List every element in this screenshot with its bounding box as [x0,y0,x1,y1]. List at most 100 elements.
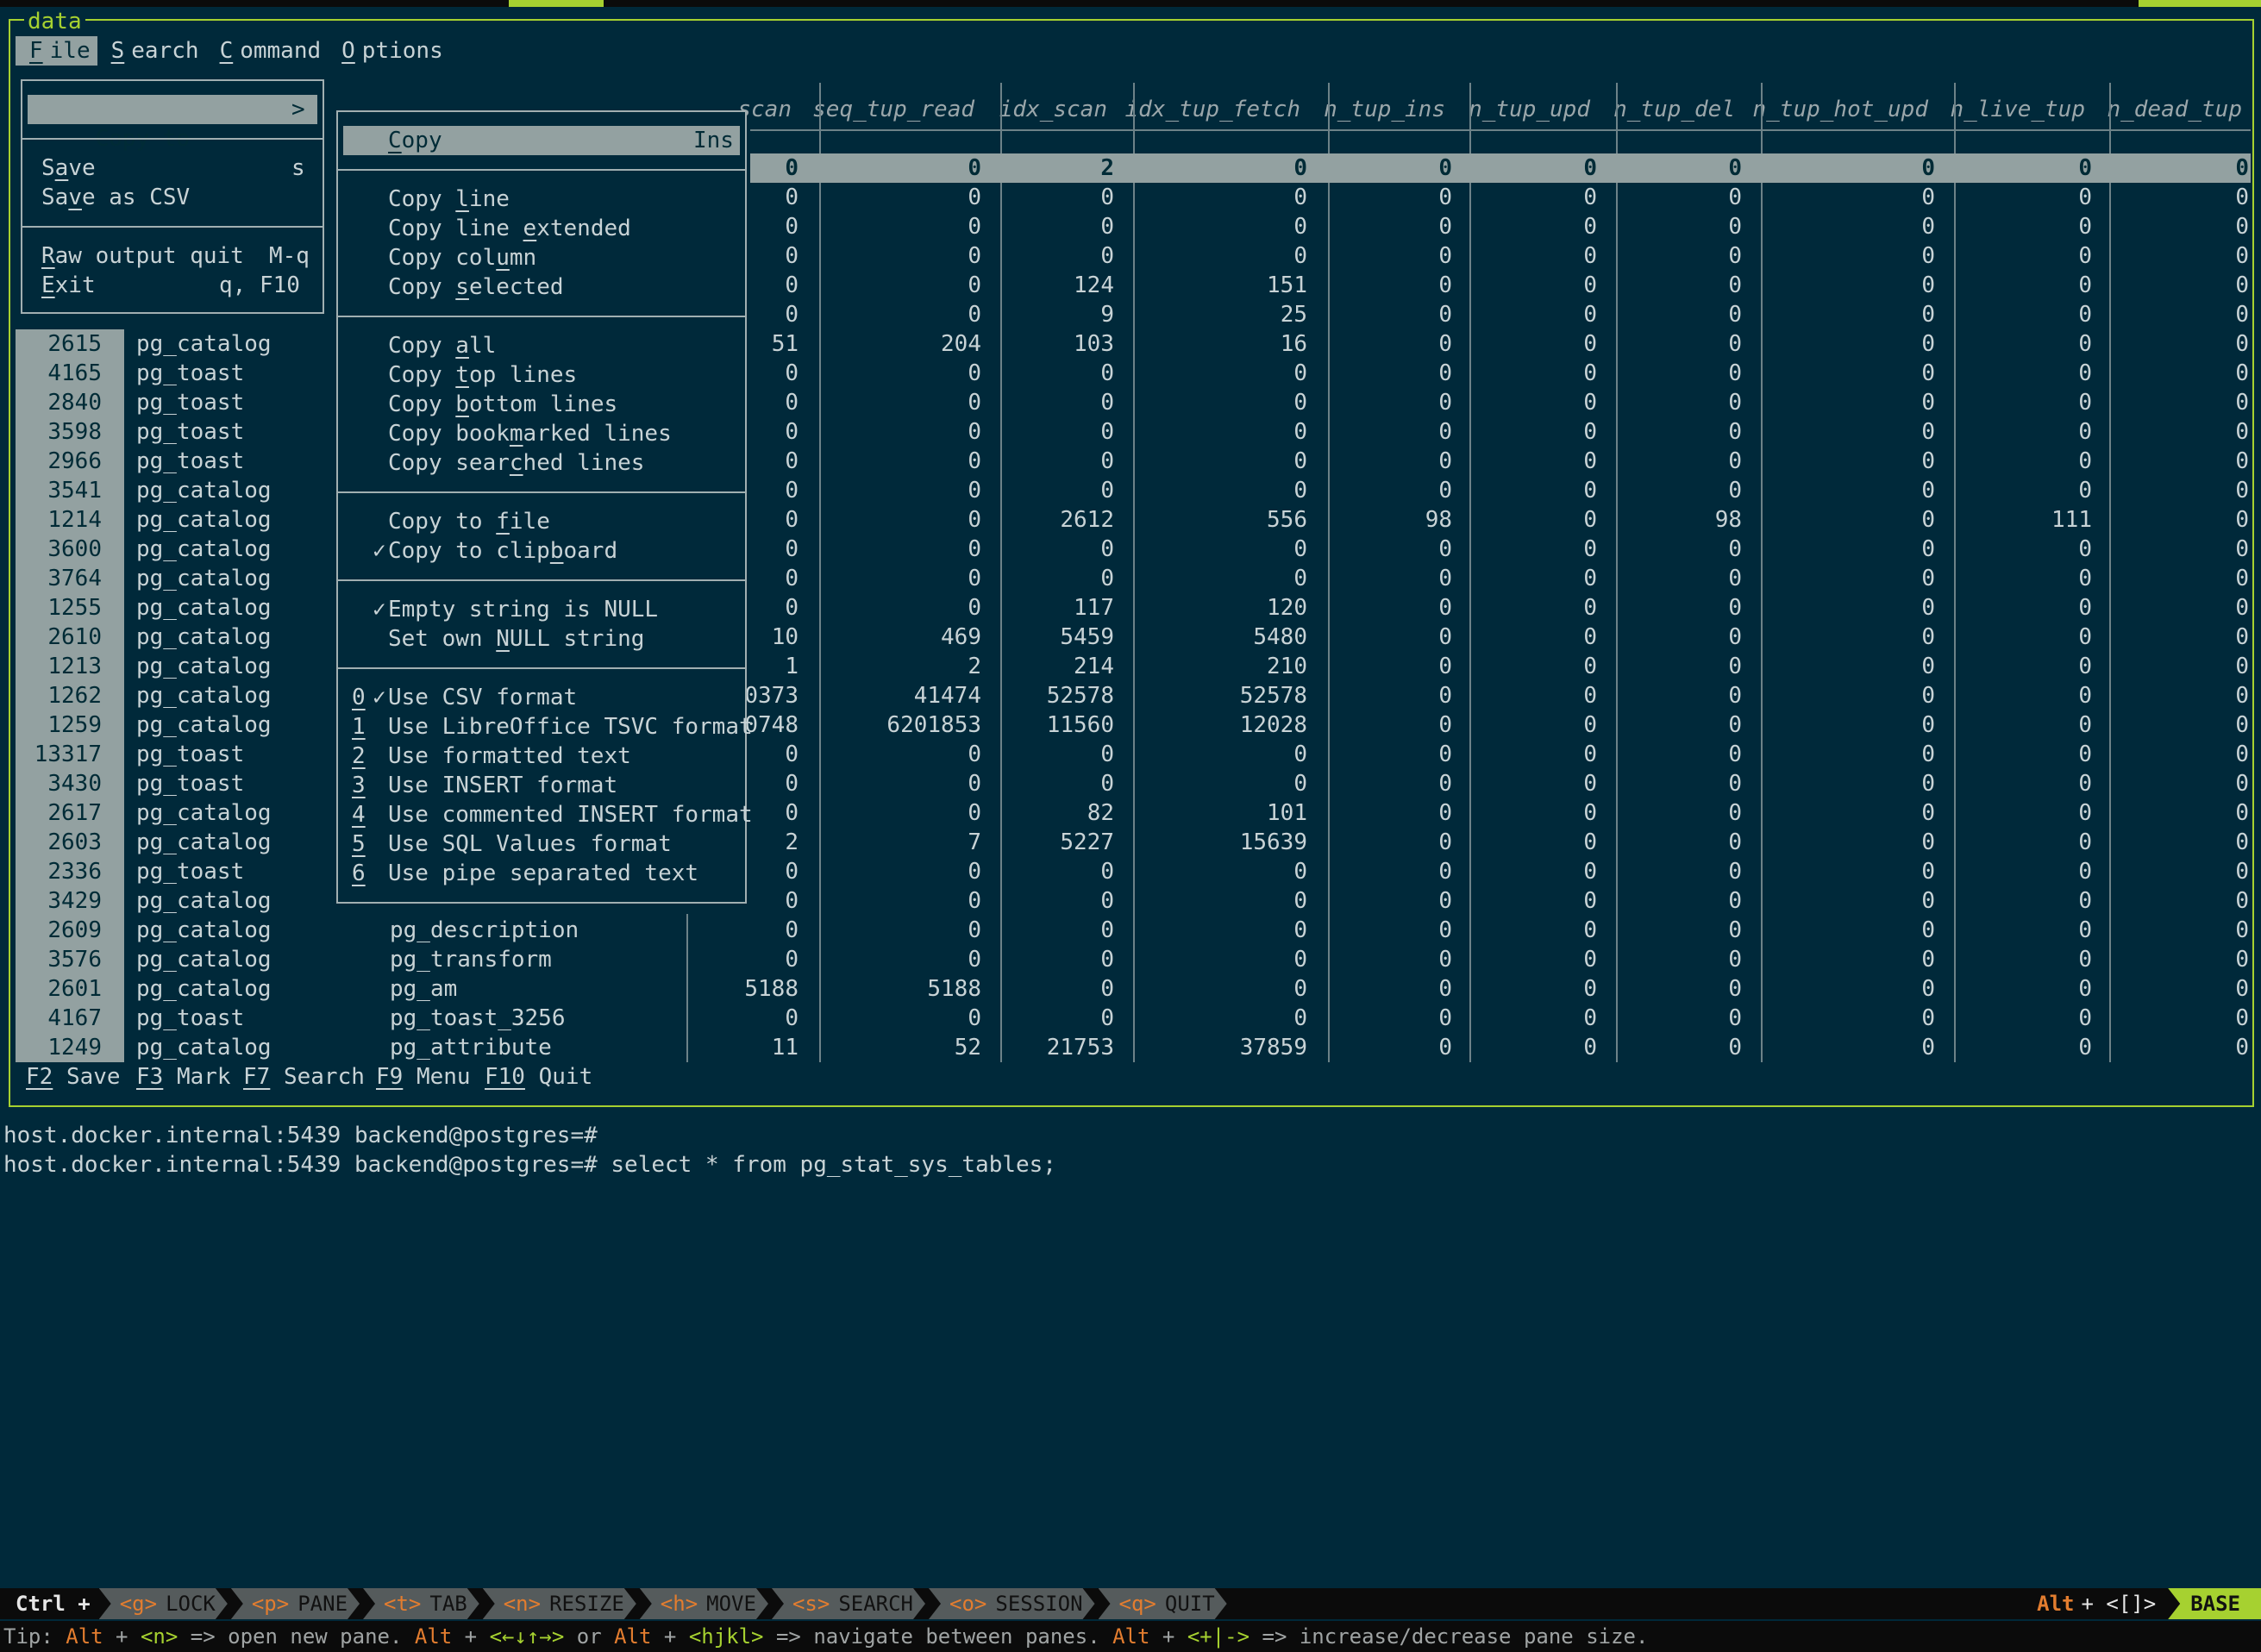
copy-menu-item[interactable]: Copy line extended [388,214,631,243]
table-cell[interactable]: 0 [1990,593,2249,623]
mode-search[interactable]: <s> SEARCH [772,1588,925,1619]
table-cell[interactable]: 0 [1990,212,2249,241]
table-cell[interactable]: 0 [1990,945,2249,974]
mode-lock[interactable]: <g> LOCK [99,1588,228,1619]
mode-tab[interactable]: <t> TAB [363,1588,479,1619]
mode-label: QUIT [1164,1592,1215,1616]
table-cell[interactable]: 0 [1990,623,2249,652]
menu-item-copy-to[interactable]: Copy to [28,95,317,152]
table-cell[interactable]: 0 [1990,828,2249,857]
table-cell[interactable]: 0 [1990,183,2249,212]
copy-format-item[interactable]: Use pipe separated text [388,859,698,888]
table-cell[interactable]: 0 [1990,916,2249,945]
row-oid: 1213 [47,654,102,679]
table-cell[interactable]: 0 [1990,505,2249,535]
mode-move[interactable]: <h> MOVE [640,1588,768,1619]
menu-command[interactable]: Command [206,36,329,66]
menu-item-save-as-csv[interactable]: Save as CSV [41,183,190,212]
fkey-f9[interactable]: F9 Menu [376,1062,471,1092]
table-cell[interactable]: 0 [1990,153,2249,183]
table-cell[interactable]: 0 [1990,974,2249,1004]
table-cell[interactable]: 0 [1990,417,2249,447]
raw-quit-shortcut: M-q [269,243,310,269]
table-cell[interactable]: 0 [1990,681,2249,710]
row-schema: pg_toast [136,771,245,797]
copy-menu-separator [338,169,745,171]
copy-format-item[interactable]: Use LibreOffice TSVC format [388,712,753,742]
copy-menu-item[interactable]: Set own NULL string [388,624,644,654]
menu-item-exit[interactable]: Exit [41,271,96,300]
menu-search[interactable]: Search [97,36,206,66]
table-cell[interactable]: 0 [1990,710,2249,740]
mode-label: RESIZE [549,1592,624,1616]
fkey-key: F2 [26,1064,53,1090]
exit-shortcut: q, F10 [219,272,300,298]
copy-format-item[interactable]: Use commented INSERT format [388,800,753,829]
copy-menu-item[interactable]: Copy searched lines [388,448,644,478]
copy-format-item[interactable]: Use formatted text [388,742,631,771]
copy-menu-item[interactable]: Copy to file [388,507,550,536]
table-cell[interactable]: 0 [1990,1033,2249,1062]
table-cell[interactable]: 0 [1990,241,2249,271]
copy-menu-separator [338,316,745,317]
tip-alt2: Alt [414,1624,453,1649]
table-cell[interactable]: 0 [1990,271,2249,300]
copy-format-item[interactable]: Use CSV format [388,683,577,712]
copy-menu-item[interactable]: Copy bottom lines [388,390,617,419]
copy-menu-item[interactable]: Copy selected [388,272,564,302]
menu-item-raw-output-quit[interactable]: Raw output quit [41,241,244,271]
copy-menu-item[interactable]: Copy column [388,243,536,272]
row-oid: 3429 [47,888,102,914]
table-cell[interactable]: 0 [1990,476,2249,505]
format-number: 5 [352,831,366,857]
table-cell[interactable]: 0 [1990,447,2249,476]
table-cell[interactable]: 0 [1990,740,2249,769]
mode-session[interactable]: <o> SESSION [929,1588,1095,1619]
menu-file[interactable]: File [16,36,97,66]
copy-format-item[interactable]: Use INSERT format [388,771,617,800]
menu-options[interactable]: Options [328,36,450,66]
tip-t7: => navigate between panes. [763,1624,1113,1649]
row-schema: pg_toast [136,742,245,767]
copy-menu-item[interactable]: Copy line [388,185,510,214]
copy-menu-item[interactable]: Copy bookmarked lines [388,419,672,448]
table-cell[interactable]: 0 [1990,652,2249,681]
file-menu-sep-1 [22,138,323,140]
mode-indicator-base: BASE [2168,1588,2261,1619]
row-schema: pg_toast [136,859,245,885]
fkey-f3[interactable]: F3 Mark [136,1062,231,1092]
table-cell[interactable]: 0 [1990,886,2249,916]
mode-pane[interactable]: <p> PANE [231,1588,360,1619]
column-header[interactable]: n_dead_tup [1732,95,2242,124]
row-schema: pg_catalog [136,595,272,621]
menu-item-save[interactable]: Save [41,153,96,183]
copy-menu-item[interactable]: Copy to clipboard [388,536,617,566]
copy-menu-item[interactable]: Copy all [388,331,496,360]
fkey-f2[interactable]: F2 Save [26,1062,121,1092]
fkey-f7[interactable]: F7 Search [243,1062,365,1092]
table-cell[interactable]: 0 [1990,564,2249,593]
top-strip-accent-left [509,0,604,7]
table-cell[interactable]: 0 [1990,1004,2249,1033]
tip-k4: <+|-> [1187,1624,1250,1649]
table-cell[interactable]: 0 [1990,769,2249,798]
table-cell[interactable]: 0 [1990,300,2249,329]
row-schema: pg_catalog [136,654,272,679]
copy-menu-item[interactable]: Copy top lines [388,360,577,390]
table-cell[interactable]: 0 [1990,388,2249,417]
tip-alt1: Alt [66,1624,103,1649]
mode-resize[interactable]: <n> RESIZE [483,1588,636,1619]
fkey-key: F10 [485,1064,525,1090]
copy-menu-item[interactable]: Empty string is NULL [388,595,658,624]
row-oid: 3600 [47,536,102,562]
table-cell[interactable]: 0 [1990,535,2249,564]
table-cell[interactable]: 0 [1990,359,2249,388]
table-cell[interactable]: 0 [1990,329,2249,359]
copy-format-item[interactable]: Use SQL Values format [388,829,672,859]
mode-quit[interactable]: <q> QUIT [1099,1588,1227,1619]
table-cell[interactable]: 0 [1990,857,2249,886]
table-cell[interactable]: 0 [1990,798,2249,828]
fkey-f10[interactable]: F10 Quit [485,1062,592,1092]
row-oid: 3764 [47,566,102,591]
menubar: File Search Command Options [16,36,450,66]
